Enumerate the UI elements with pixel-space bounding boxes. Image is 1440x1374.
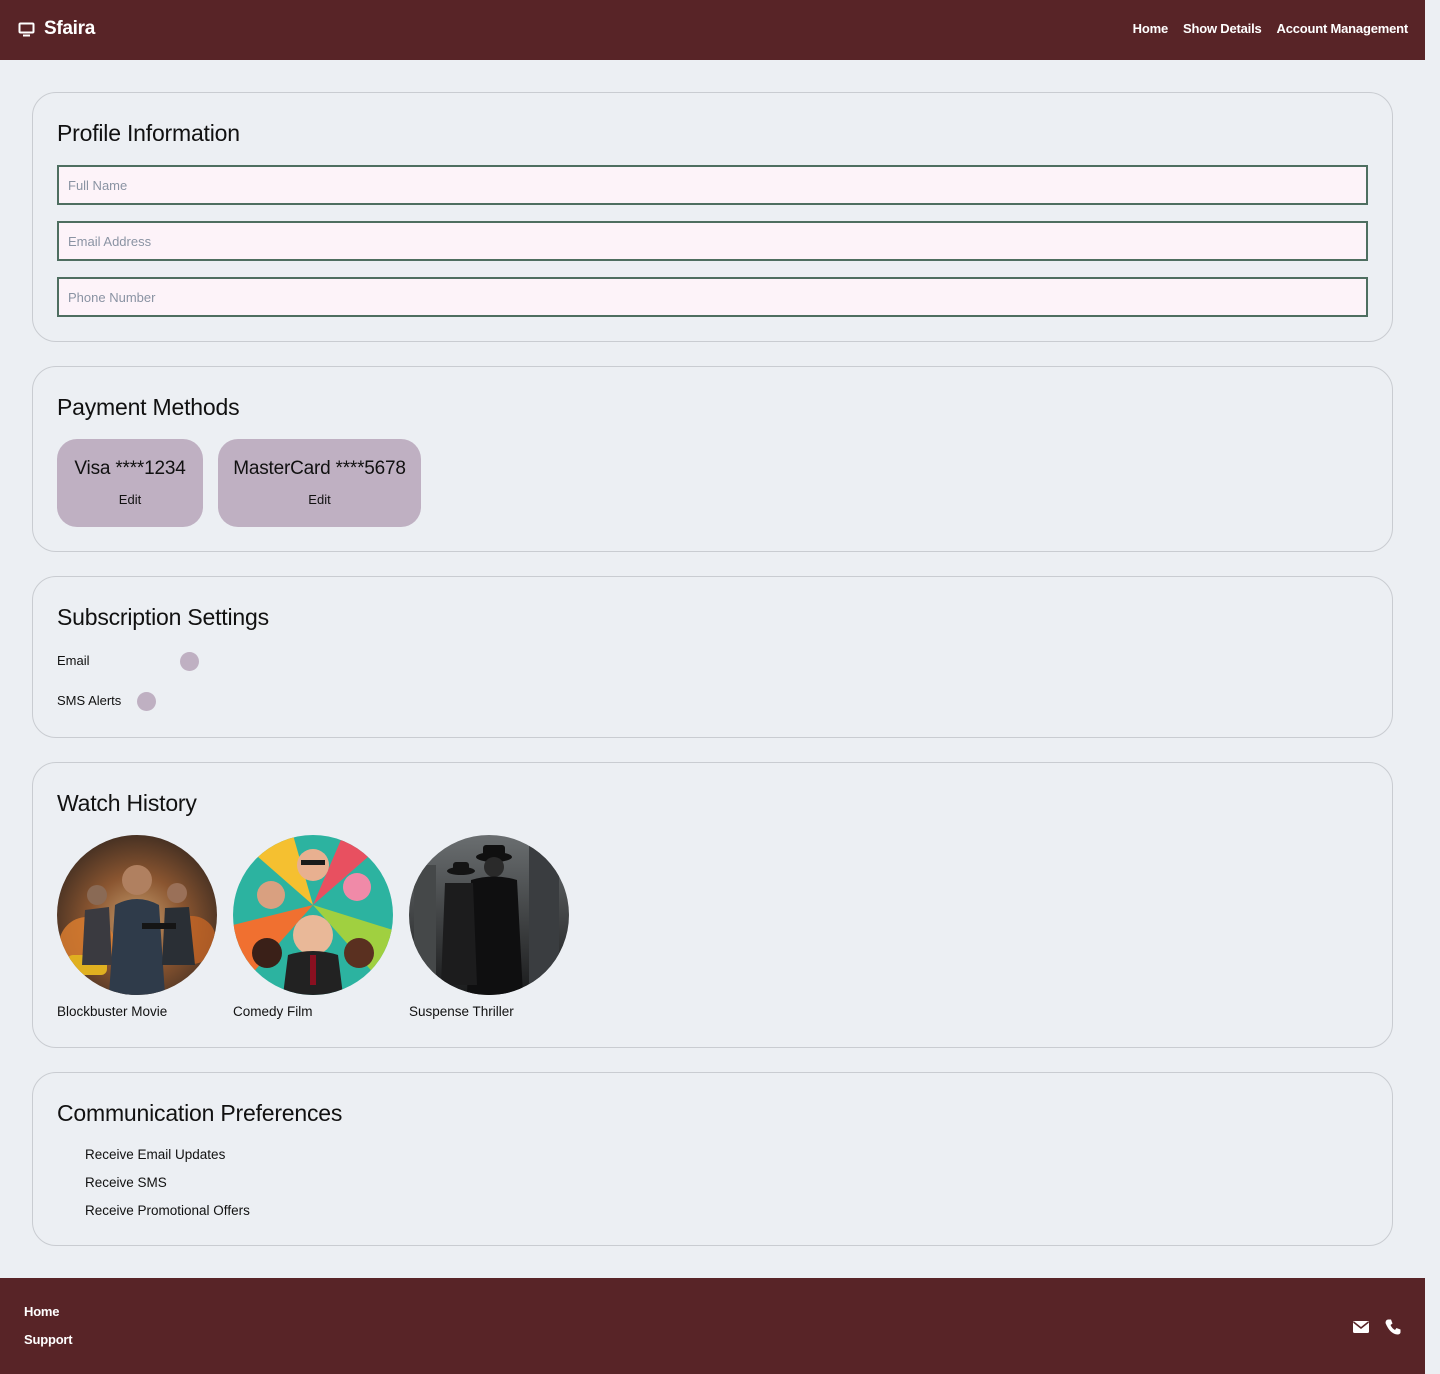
email-toggle[interactable] [180, 652, 199, 671]
noir-poster-icon [409, 835, 569, 995]
watch-history-title-label: Comedy Film [233, 1004, 313, 1019]
monitor-icon [18, 22, 35, 36]
email-toggle-label: Email [57, 653, 90, 668]
pref-sms[interactable]: Receive SMS [85, 1175, 167, 1190]
footer: Home Support [0, 1278, 1425, 1374]
communication-title: Communication Preferences [57, 1100, 343, 1126]
communication-section: Communication Preferences Receive Email … [32, 1072, 1393, 1246]
watch-history-title-label: Blockbuster Movie [57, 1004, 168, 1019]
edit-payment-button[interactable]: Edit [218, 492, 421, 507]
top-navigation-bar: Sfaira Home Show Details Account Managem… [0, 0, 1425, 60]
watch-history-title: Watch History [57, 790, 197, 816]
profile-section: Profile Information [32, 92, 1393, 342]
comedy-poster-icon [233, 835, 393, 995]
action-poster-icon [57, 835, 217, 995]
brand-name: Sfaira [44, 18, 96, 39]
nav-show-details[interactable]: Show Details [1183, 21, 1262, 36]
payment-card-mastercard[interactable]: MasterCard ****5678 Edit [218, 439, 421, 527]
pref-promotional-offers[interactable]: Receive Promotional Offers [85, 1203, 250, 1218]
pref-email-updates[interactable]: Receive Email Updates [85, 1147, 225, 1162]
email-address-field[interactable] [57, 221, 1368, 261]
sms-alerts-toggle-label: SMS Alerts [57, 693, 122, 708]
payment-section: Payment Methods Visa ****1234 Edit Maste… [32, 366, 1393, 552]
footer-link-home[interactable]: Home [24, 1304, 60, 1319]
payment-card-name: Visa ****1234 [74, 458, 186, 479]
sms-alerts-toggle[interactable] [137, 692, 156, 711]
blockbuster-movie-thumbnail[interactable] [57, 835, 217, 995]
suspense-thriller-thumbnail[interactable] [409, 835, 569, 995]
subscription-section: Subscription Settings Email SMS Alerts [32, 576, 1393, 738]
envelope-icon[interactable] [1352, 1318, 1370, 1336]
phone-number-field[interactable] [57, 277, 1368, 317]
nav-home[interactable]: Home [1133, 21, 1169, 36]
comedy-film-thumbnail[interactable] [233, 835, 393, 995]
main-nav: Home Show Details Account Management [1133, 21, 1409, 36]
brand[interactable]: Sfaira [18, 18, 95, 40]
payment-card-name: MasterCard ****5678 [233, 458, 406, 479]
phone-icon[interactable] [1384, 1318, 1402, 1336]
footer-link-support[interactable]: Support [24, 1332, 73, 1347]
subscription-title: Subscription Settings [57, 604, 269, 630]
full-name-field[interactable] [57, 165, 1368, 205]
payment-card-visa[interactable]: Visa ****1234 Edit [57, 439, 203, 527]
nav-account-management[interactable]: Account Management [1277, 21, 1409, 36]
watch-history-section: Watch History Blockbuster Movie Comedy F… [32, 762, 1393, 1048]
watch-history-title-label: Suspense Thriller [409, 1004, 514, 1019]
profile-title: Profile Information [57, 120, 240, 146]
payment-title: Payment Methods [57, 394, 240, 420]
edit-payment-button[interactable]: Edit [57, 492, 203, 507]
